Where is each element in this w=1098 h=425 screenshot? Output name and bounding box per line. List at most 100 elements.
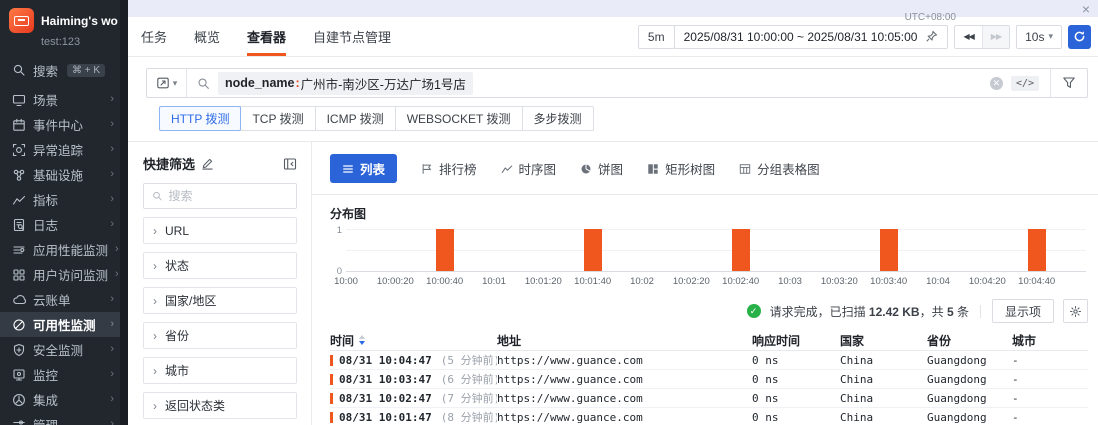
sidebar-item-integrations[interactable]: 集成› — [0, 387, 128, 412]
edit-pencil-icon[interactable] — [201, 157, 214, 170]
tab-tasks[interactable]: 任务 — [141, 17, 167, 56]
search-icon — [12, 63, 26, 77]
gear-icon — [1069, 305, 1082, 318]
sidebar-item-monitors[interactable]: 监控› — [0, 362, 128, 387]
sidebar-item-apm[interactable]: 应用性能监测› — [0, 237, 128, 262]
filter-search-input[interactable] — [169, 189, 288, 203]
view-tab-grouped-table[interactable]: 分组表格图 — [739, 159, 820, 178]
cell-province: Guangdong — [927, 354, 1012, 367]
token-value: 广州市-南沙区-万达广场1号店 — [301, 74, 466, 93]
collapse-panel-icon[interactable] — [283, 157, 297, 171]
chevron-right-icon: › — [110, 294, 114, 305]
cell-url[interactable]: https://www.guance.com — [497, 392, 752, 405]
sidebar-item-event-center[interactable]: 事件中心› — [0, 112, 128, 137]
display-items-button[interactable]: 显示项 — [992, 299, 1054, 323]
view-tab-pie[interactable]: 饼图 — [580, 159, 623, 178]
column-header-response-time[interactable]: 响应时间 — [752, 332, 840, 349]
cell-url[interactable]: https://www.guance.com — [497, 411, 752, 424]
tab-node-management[interactable]: 自建节点管理 — [313, 17, 391, 56]
x-tick: 10:00:40 — [426, 276, 463, 287]
column-header-province[interactable]: 省份 — [927, 332, 1012, 349]
bar[interactable] — [732, 229, 750, 271]
tab-multistep-probe[interactable]: 多步拨测 — [522, 106, 594, 131]
filter-group-country[interactable]: ›国家/地区 — [143, 287, 297, 314]
quick-range-button[interactable]: 5m — [638, 25, 675, 49]
bar[interactable] — [436, 229, 454, 271]
page-header: 任务 概览 查看器 自建节点管理 UTC+08:00 5m 2025/08/31… — [128, 17, 1098, 57]
view-tab-list[interactable]: 列表 — [330, 154, 397, 183]
filter-search-box[interactable] — [143, 183, 297, 209]
workspace-switcher[interactable]: Haiming's work... — [0, 0, 128, 33]
filter-group-url[interactable]: ›URL — [143, 217, 297, 244]
refresh-interval-dropdown[interactable]: 10s ▾ — [1016, 25, 1062, 49]
table-row[interactable]: 08/31 10:04:47(5 分钟前) https://www.guance… — [330, 351, 1088, 370]
chevron-right-icon: › — [153, 224, 157, 238]
tab-icmp-probe[interactable]: ICMP 拨测 — [315, 106, 396, 131]
chevron-right-icon: › — [110, 344, 114, 355]
view-tab-timeseries[interactable]: 时序图 — [501, 159, 557, 178]
chevron-right-icon: › — [153, 399, 157, 413]
cell-url[interactable]: https://www.guance.com — [497, 354, 752, 367]
sidebar-item-scenes[interactable]: 场景› — [0, 87, 128, 112]
time-step-forward-button[interactable]: ▶▶ — [982, 26, 1009, 48]
bar[interactable] — [880, 229, 898, 271]
sidebar-item-infrastructure[interactable]: 基础设施› — [0, 162, 128, 187]
view-tab-treemap[interactable]: 矩形树图 — [647, 159, 715, 178]
chevron-right-icon: › — [110, 219, 114, 230]
table-row[interactable]: 08/31 10:01:47(8 分钟前) https://www.guance… — [330, 408, 1088, 425]
x-tick: 10:03 — [778, 276, 802, 287]
filter-group-province[interactable]: ›省份 — [143, 322, 297, 349]
bar[interactable] — [1028, 229, 1046, 271]
filter-group-return-status[interactable]: ›返回状态类 — [143, 392, 297, 419]
sidebar-search[interactable]: 搜索 ⌘ + K — [0, 57, 128, 83]
gridline — [346, 229, 1086, 230]
column-header-country[interactable]: 国家 — [840, 332, 927, 349]
time-range-picker[interactable]: 2025/08/31 10:00:00 ~ 2025/08/31 10:05:0… — [674, 25, 949, 49]
filter-group-city[interactable]: ›城市 — [143, 357, 297, 384]
chevron-right-icon: › — [153, 364, 157, 378]
page-tabs: 任务 概览 查看器 自建节点管理 — [141, 17, 391, 56]
table-settings-button[interactable] — [1063, 299, 1088, 323]
x-tick: 10:01:20 — [525, 276, 562, 287]
table-row[interactable]: 08/31 10:02:47(7 分钟前) https://www.guance… — [330, 389, 1088, 408]
sidebar-item-cloud-billing[interactable]: 云账单› — [0, 287, 128, 312]
sidebar-item-security-monitoring[interactable]: 安全监测 › — [0, 337, 128, 362]
sidebar-item-rum[interactable]: 用户访问监测› — [0, 262, 128, 287]
sort-icon[interactable] — [359, 335, 365, 345]
cell-city: - — [1012, 354, 1088, 367]
sidebar-item-label: 安全监测 — [33, 340, 83, 359]
tab-overview[interactable]: 概览 — [194, 17, 220, 56]
bar[interactable] — [584, 229, 602, 271]
column-header-city[interactable]: 城市 — [1012, 332, 1088, 349]
view-tab-ranking[interactable]: 排行榜 — [421, 159, 477, 178]
sidebar-item-management[interactable]: 管理› — [0, 412, 128, 425]
column-header-time[interactable]: 时间 — [330, 332, 497, 349]
code-mode-icon[interactable]: </> — [1011, 76, 1039, 91]
cell-response: 0 ns — [752, 411, 840, 424]
sidebar-item-error-tracking[interactable]: 异常追踪› — [0, 137, 128, 162]
table-row[interactable]: 08/31 10:03:47(6 分钟前) https://www.guance… — [330, 370, 1088, 389]
close-icon[interactable]: × — [1082, 2, 1090, 16]
column-header-address[interactable]: 地址 — [497, 332, 752, 349]
clear-search-icon[interactable]: ✕ — [990, 77, 1003, 90]
sidebar-item-availability-monitoring[interactable]: 可用性监测› — [0, 312, 128, 337]
cell-url[interactable]: https://www.guance.com — [497, 373, 752, 386]
sidebar: Haiming's work... test:123 搜索 ⌘ + K 场景› … — [0, 0, 128, 425]
saved-view-selector[interactable]: ▾ — [147, 69, 187, 97]
tab-tcp-probe[interactable]: TCP 拨测 — [240, 106, 315, 131]
search-filter-token[interactable]: node_name:广州市-南沙区-万达广场1号店 — [218, 72, 473, 95]
tab-websocket-probe[interactable]: WEBSOCKET 拨测 — [395, 106, 523, 131]
pin-icon[interactable] — [925, 30, 938, 43]
workspace-name: Haiming's work... — [41, 14, 118, 28]
search-bar[interactable]: ▾ node_name:广州市-南沙区-万达广场1号店 ✕ </> — [146, 68, 1088, 98]
sidebar-item-metrics[interactable]: 指标› — [0, 187, 128, 212]
cell-province: Guangdong — [927, 411, 1012, 424]
sidebar-item-logs[interactable]: 日志› — [0, 212, 128, 237]
filter-group-status[interactable]: ›状态 — [143, 252, 297, 279]
refresh-button[interactable] — [1068, 25, 1091, 49]
filter-funnel-icon[interactable] — [1050, 69, 1087, 97]
time-step-back-button[interactable]: ◀◀ — [955, 26, 981, 48]
tab-viewer[interactable]: 查看器 — [247, 17, 286, 56]
tab-http-probe[interactable]: HTTP 拨测 — [159, 106, 241, 131]
sidebar-item-label: 基础设施 — [33, 165, 83, 184]
